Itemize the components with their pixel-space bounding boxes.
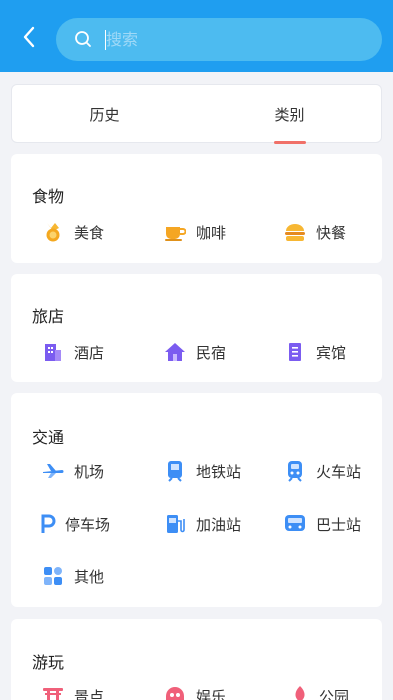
section-title: 旅店 — [32, 307, 65, 326]
category-item-coffee[interactable]: 咖啡 — [164, 217, 226, 247]
torii-gate-icon — [42, 685, 64, 700]
category-item-label: 酒店 — [74, 343, 105, 362]
search-icon — [75, 31, 91, 47]
section-title: 食物 — [32, 187, 65, 206]
guesthouse-icon — [284, 341, 306, 363]
search-box[interactable] — [56, 18, 382, 61]
category-item-parking[interactable]: 停车场 — [37, 509, 110, 539]
subway-icon — [164, 460, 186, 482]
category-item-label: 宾馆 — [316, 343, 347, 362]
house-icon — [164, 341, 186, 363]
grid-icon — [42, 565, 64, 587]
section-card-transport: 交通 机场 地铁站 火车站 停车场 加油站 巴士站 其他 — [11, 393, 382, 607]
top-bar — [0, 0, 393, 72]
category-item-hotel[interactable]: 酒店 — [42, 337, 104, 367]
tab-category[interactable]: 类别 — [197, 85, 382, 144]
section-title: 交通 — [32, 428, 65, 447]
category-item-label: 巴士站 — [316, 515, 362, 534]
category-item-attraction[interactable]: 景点 — [42, 681, 104, 700]
category-item-label: 公园 — [319, 687, 350, 700]
category-item-food[interactable]: 美食 — [42, 217, 104, 247]
coffee-icon — [164, 221, 186, 243]
category-item-bus[interactable]: 巴士站 — [284, 509, 361, 539]
category-item-label: 民宿 — [196, 343, 227, 362]
category-item-train[interactable]: 火车站 — [284, 456, 361, 486]
bus-icon — [284, 513, 306, 535]
section-title: 游玩 — [32, 653, 65, 672]
category-item-label: 快餐 — [316, 223, 347, 242]
category-item-label: 娱乐 — [196, 687, 227, 700]
category-item-park[interactable]: 公园 — [289, 681, 349, 700]
hotel-building-icon — [42, 341, 64, 363]
category-item-label: 其他 — [74, 567, 105, 586]
active-tab-indicator — [274, 141, 306, 144]
ghost-icon — [164, 685, 186, 700]
gas-station-icon — [164, 513, 186, 535]
chevron-left-icon — [23, 26, 35, 48]
tab-bar: 历史 类别 — [11, 84, 382, 144]
train-icon — [284, 460, 306, 482]
category-item-label: 美食 — [74, 223, 105, 242]
category-item-entertainment[interactable]: 娱乐 — [164, 681, 226, 700]
category-item-other[interactable]: 其他 — [42, 561, 104, 591]
category-item-guesthouse[interactable]: 宾馆 — [284, 337, 346, 367]
section-card-lodging: 旅店 酒店 民宿 宾馆 — [11, 274, 382, 382]
category-item-gas-station[interactable]: 加油站 — [164, 509, 241, 539]
back-button[interactable] — [14, 22, 44, 52]
tab-category-label: 类别 — [274, 106, 305, 124]
category-item-label: 咖啡 — [196, 223, 227, 242]
parking-icon — [37, 513, 59, 535]
section-card-food: 食物 美食 咖啡 快餐 — [11, 154, 382, 263]
tree-icon — [289, 685, 311, 700]
category-item-label: 机场 — [74, 462, 105, 481]
search-input[interactable] — [104, 18, 364, 61]
tab-history[interactable]: 历史 — [12, 85, 197, 144]
category-item-label: 火车站 — [316, 462, 362, 481]
airplane-icon — [42, 460, 64, 482]
category-item-homestay[interactable]: 民宿 — [164, 337, 226, 367]
category-item-label: 地铁站 — [196, 462, 242, 481]
category-item-label: 加油站 — [196, 515, 242, 534]
burger-icon — [284, 221, 306, 243]
text-cursor — [105, 30, 106, 50]
section-card-play: 游玩 景点 娱乐 公园 — [11, 619, 382, 700]
category-item-airport[interactable]: 机场 — [42, 456, 104, 486]
category-item-subway[interactable]: 地铁站 — [164, 456, 241, 486]
category-item-label: 景点 — [74, 687, 105, 700]
food-icon — [42, 221, 64, 243]
category-item-fastfood[interactable]: 快餐 — [284, 217, 346, 247]
category-item-label: 停车场 — [65, 515, 111, 534]
tab-history-label: 历史 — [89, 106, 120, 124]
